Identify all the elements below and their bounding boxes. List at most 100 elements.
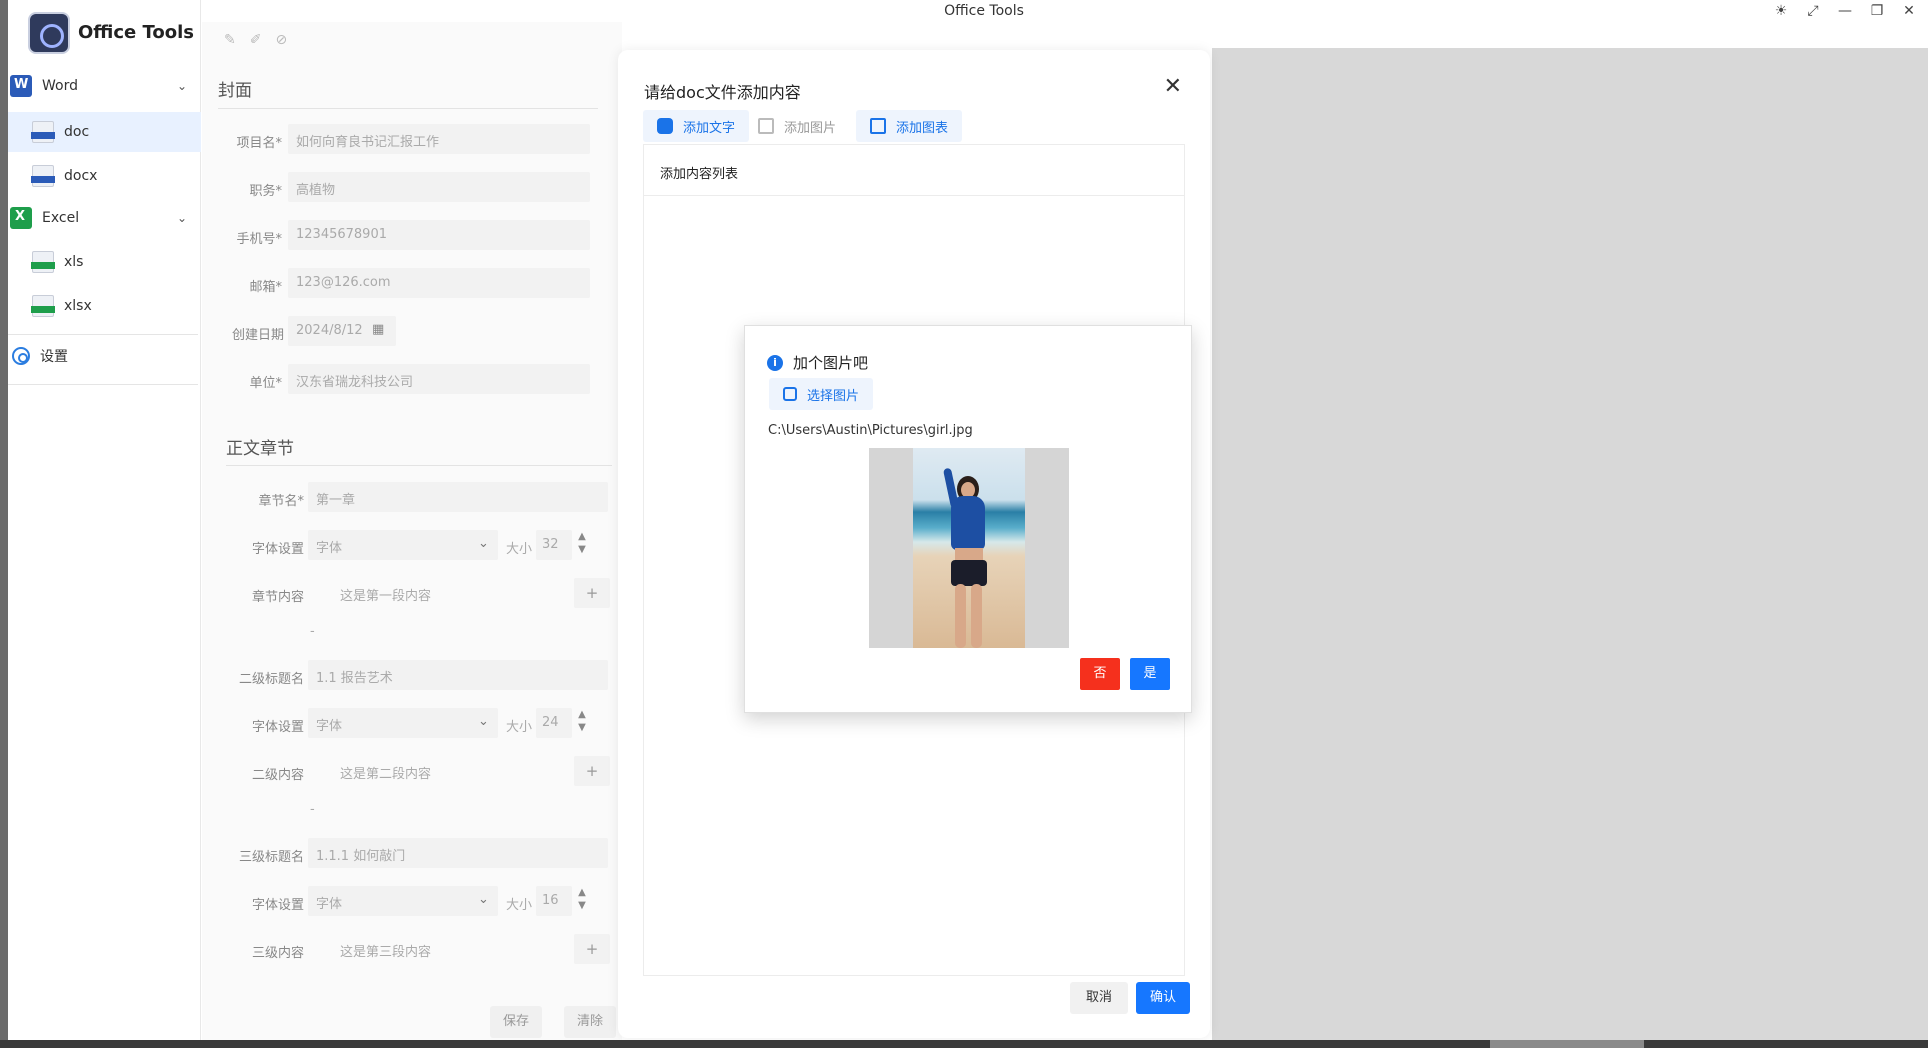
tab-add-text[interactable]: 添加文字	[643, 110, 750, 142]
field-label: 章节内容	[251, 590, 304, 605]
field-label: 邮箱*	[249, 280, 282, 295]
minimize-icon[interactable]: —	[1836, 2, 1854, 20]
chevron-down-icon: ⌄	[176, 211, 187, 225]
size-label: 大小	[506, 542, 533, 557]
size-input[interactable]: 24	[536, 708, 572, 738]
sidebar-item-settings[interactable]: 设置	[8, 336, 201, 376]
field-label: 项目名*	[236, 136, 282, 151]
remove-paragraph-button[interactable]: -	[310, 624, 315, 639]
sidebar-item-xls[interactable]: xls	[8, 242, 201, 282]
sidebar-group-excel[interactable]: Excel ⌄	[8, 198, 201, 238]
add-paragraph-button[interactable]: +	[574, 756, 610, 786]
sidebar-item-xlsx[interactable]: xlsx	[8, 286, 201, 326]
excel-icon	[10, 207, 32, 229]
font-select[interactable]: 字体	[308, 708, 498, 738]
field-label: 单位*	[249, 376, 282, 391]
sidebar-group-label: Word	[42, 78, 78, 94]
font-select[interactable]: 字体	[308, 530, 498, 560]
confirm-button[interactable]: 确认	[1136, 982, 1190, 1014]
save-button[interactable]: 保存	[490, 1006, 542, 1038]
add-image-popup: i 加个图片吧 选择图片 C:\Users\Austin\Pictures\gi…	[744, 325, 1192, 713]
size-input[interactable]: 32	[536, 530, 572, 560]
font-select[interactable]: 字体	[308, 886, 498, 916]
choose-image-label: 选择图片	[807, 388, 860, 404]
edit-doc-icon[interactable]: ✐	[250, 32, 262, 48]
xlsx-file-icon	[31, 295, 55, 317]
sidebar-item-docx[interactable]: docx	[8, 156, 201, 196]
select-file-icon	[783, 387, 797, 401]
theme-toggle-icon[interactable]: ☀	[1772, 2, 1790, 20]
sidebar-item-label: xlsx	[64, 298, 92, 314]
tab-add-image[interactable]: 添加图片	[744, 110, 850, 142]
window-controls: ☀ ⤢ — ❐ ✕	[1772, 2, 1918, 20]
cover-section-title: 封面	[218, 81, 252, 101]
chapter-name-input[interactable]: 第一章	[308, 482, 608, 512]
xls-file-icon	[31, 251, 55, 273]
field-label: 手机号*	[236, 232, 282, 247]
sidebar-item-label: docx	[64, 168, 98, 184]
company-input[interactable]: 汉东省瑞龙科技公司	[288, 364, 590, 394]
info-icon: i	[767, 354, 783, 371]
remove-paragraph-button[interactable]: -	[310, 802, 315, 817]
popup-title: 加个图片吧	[793, 354, 869, 372]
form-toolbar: ✎ ✐ ⊘	[224, 32, 287, 48]
sidebar-group-word[interactable]: Word ⌄	[8, 66, 201, 106]
size-stepper[interactable]: ▲ ▼	[574, 708, 590, 738]
close-window-icon[interactable]: ✕	[1900, 2, 1918, 20]
size-stepper[interactable]: ▲ ▼	[574, 530, 590, 560]
preview-photo	[913, 448, 1025, 648]
left-edge	[0, 0, 8, 1040]
chevron-down-icon: ⌄	[176, 79, 187, 93]
clear-icon[interactable]: ⊘	[275, 32, 287, 48]
field-label: 字体设置	[251, 542, 304, 557]
tab-add-chart[interactable]: 添加图表	[856, 110, 963, 142]
phone-input[interactable]: 12345678901	[288, 220, 590, 250]
h2-content-input[interactable]: 这是第二段内容	[332, 756, 532, 786]
preview-area	[1212, 48, 1928, 1040]
taskbar	[0, 1040, 1928, 1048]
main-form: ✎ ✐ ⊘ 封面 项目名* 如何向育良书记汇报工作 职务* 高植物 手机号* 1…	[202, 22, 622, 1040]
image-path: C:\Users\Austin\Pictures\girl.jpg	[768, 423, 973, 438]
popup-header: i 加个图片吧	[767, 352, 868, 373]
scrollbar-thumb[interactable]	[1490, 1040, 1644, 1048]
h3-content-input[interactable]: 这是第三段内容	[332, 934, 532, 964]
section-divider	[218, 108, 598, 109]
sidebar-divider	[8, 334, 198, 335]
choose-image-button[interactable]: 选择图片	[769, 378, 874, 410]
add-paragraph-button[interactable]: +	[574, 578, 610, 608]
chapter-content-input[interactable]: 这是第一段内容	[332, 578, 532, 608]
position-input[interactable]: 高植物	[288, 172, 590, 202]
h3-name-input[interactable]: 1.1.1 如何敲门	[308, 838, 608, 868]
size-stepper[interactable]: ▲ ▼	[574, 886, 590, 916]
restore-icon[interactable]: ❐	[1868, 2, 1886, 20]
title-bar: Office Tools ☀ ⤢ — ❐ ✕	[0, 0, 1928, 22]
no-button[interactable]: 否	[1080, 658, 1120, 690]
add-paragraph-button[interactable]: +	[574, 934, 610, 964]
field-label: 章节名*	[258, 494, 304, 509]
doc-file-icon	[31, 121, 55, 143]
tab-label: 添加图片	[784, 120, 837, 136]
field-label: 职务*	[249, 184, 282, 199]
sidebar-item-doc[interactable]: doc	[8, 112, 201, 152]
edit-icon[interactable]: ✎	[224, 32, 236, 48]
sidebar-item-label: 设置	[40, 349, 68, 365]
app-logo-icon	[28, 12, 70, 54]
cancel-button[interactable]: 取消	[1070, 982, 1128, 1014]
field-label: 三级内容	[251, 946, 304, 961]
text-message-icon	[657, 118, 673, 134]
size-label: 大小	[506, 720, 533, 735]
chevron-down-icon: ⌄	[478, 892, 489, 907]
fullscreen-icon[interactable]: ⤢	[1804, 2, 1822, 20]
close-icon[interactable]: ✕	[1164, 74, 1182, 99]
email-input[interactable]: 123@126.com	[288, 268, 590, 298]
window-title: Office Tools	[944, 3, 1024, 19]
yes-button[interactable]: 是	[1130, 658, 1170, 690]
project-name-input[interactable]: 如何向育良书记汇报工作	[288, 124, 590, 154]
chevron-down-icon: ⌄	[478, 536, 489, 551]
h2-name-input[interactable]: 1.1 报告艺术	[308, 660, 608, 690]
calendar-icon[interactable]: ▦	[372, 322, 384, 337]
image-preview	[869, 448, 1069, 648]
size-input[interactable]: 16	[536, 886, 572, 916]
tab-label: 添加图表	[896, 120, 949, 136]
clear-button[interactable]: 清除	[564, 1006, 616, 1038]
